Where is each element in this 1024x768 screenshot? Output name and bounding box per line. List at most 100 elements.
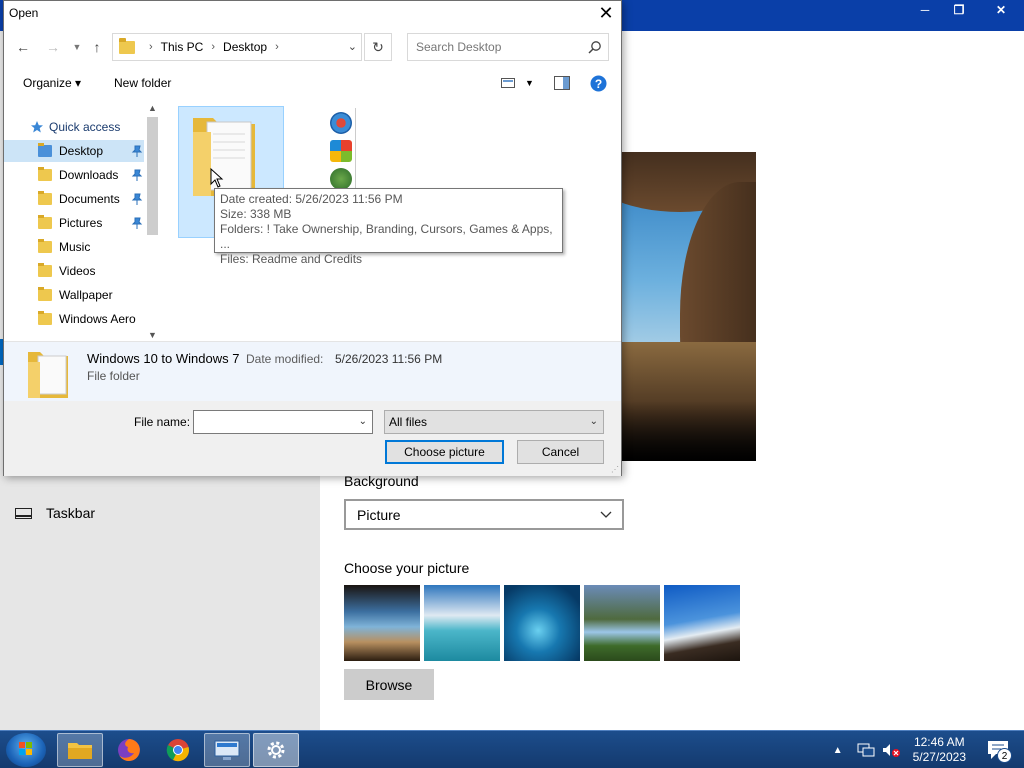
folder-icon xyxy=(38,167,52,181)
windows-logo-icon xyxy=(330,112,352,134)
chevron-down-icon[interactable]: ⌄ xyxy=(359,416,367,427)
view-options-icon[interactable] xyxy=(501,77,515,89)
preview-pane-icon[interactable] xyxy=(554,76,570,90)
search-input[interactable]: Search Desktop xyxy=(407,33,609,61)
resize-grip-icon[interactable]: ⋰ xyxy=(611,465,619,474)
nav-item-pictures[interactable]: Pictures xyxy=(4,212,144,234)
settings-icon xyxy=(267,741,285,759)
picture-thumbnail[interactable] xyxy=(344,585,420,661)
sidebar-item-taskbar[interactable]: Taskbar xyxy=(15,505,95,521)
details-modified-value: 5/26/2023 11:56 PM xyxy=(335,352,443,366)
chevron-down-icon xyxy=(600,511,612,518)
mouse-cursor-icon xyxy=(210,168,224,188)
picture-thumbnails xyxy=(344,585,740,661)
nav-item-music[interactable]: Music xyxy=(4,236,144,258)
address-bar[interactable]: › This PC › Desktop › ⌄ xyxy=(112,33,362,61)
action-center-button[interactable]: 2 xyxy=(984,735,1014,765)
search-icon xyxy=(588,41,601,54)
navigation-pane: Quick access Desktop Downloads Documents… xyxy=(4,102,160,341)
recent-locations-icon[interactable]: ▼ xyxy=(68,38,86,56)
background-dropdown-value: Picture xyxy=(357,506,401,523)
nav-item-label: Windows Aero xyxy=(59,312,136,326)
folder-icon xyxy=(38,287,52,301)
nav-item-label: Quick access xyxy=(49,120,121,134)
start-button[interactable] xyxy=(6,733,46,767)
show-hidden-icons-icon[interactable]: ▲ xyxy=(833,745,843,756)
folder-icon xyxy=(38,263,52,277)
system-tray: ▲ 12:46 AM 5/27/2023 2 xyxy=(833,731,1024,768)
details-type: File folder xyxy=(87,369,140,383)
scroll-up-icon[interactable]: ▲ xyxy=(148,103,157,113)
details-name: Windows 10 to Windows 7 xyxy=(87,351,240,366)
restore-button[interactable]: ❐ xyxy=(944,0,974,20)
up-arrow-icon[interactable]: ↑ xyxy=(88,38,106,56)
minimize-button[interactable]: ─ xyxy=(910,0,940,20)
notification-count-badge: 2 xyxy=(997,748,1012,763)
nav-item-desktop[interactable]: Desktop xyxy=(4,140,144,162)
svg-text:?: ? xyxy=(595,77,602,91)
pin-icon xyxy=(131,145,143,157)
file-type-select[interactable]: All files ⌄ xyxy=(384,410,604,434)
file-item[interactable] xyxy=(326,108,356,190)
dialog-close-button[interactable]: ✕ xyxy=(597,4,615,22)
search-placeholder: Search Desktop xyxy=(416,40,502,54)
clock-date: 5/27/2023 xyxy=(912,750,966,764)
folder-icon xyxy=(193,118,255,196)
close-button[interactable]: ✕ xyxy=(978,0,1024,20)
picture-thumbnail[interactable] xyxy=(584,585,660,661)
taskbar-firefox[interactable] xyxy=(106,733,152,767)
nav-item-wallpaper[interactable]: Wallpaper xyxy=(4,284,144,306)
folder-icon xyxy=(38,311,52,325)
file-name-field[interactable]: ⌄ xyxy=(193,410,373,434)
file-tooltip: Date created: 5/26/2023 11:56 PM Size: 3… xyxy=(214,188,563,266)
back-arrow-icon[interactable]: ← xyxy=(14,38,32,56)
chrome-icon xyxy=(166,739,189,762)
nav-item-windows-aero[interactable]: Windows Aero xyxy=(4,308,144,330)
picture-thumbnail[interactable] xyxy=(424,585,500,661)
cancel-button[interactable]: Cancel xyxy=(517,440,604,464)
folder-icon xyxy=(38,239,52,253)
taskbar-settings[interactable] xyxy=(253,733,299,767)
taskbar-remote-desktop[interactable] xyxy=(204,733,250,767)
sidebar-item-label: Taskbar xyxy=(46,505,96,521)
nav-item-label: Videos xyxy=(59,264,96,278)
volume-muted-icon[interactable] xyxy=(881,742,901,758)
dialog-title: Open xyxy=(9,6,39,20)
nav-item-label: Wallpaper xyxy=(59,288,113,302)
clock-time: 12:46 AM xyxy=(913,735,965,749)
refresh-icon[interactable]: ↻ xyxy=(364,33,392,61)
windows-logo-icon xyxy=(330,140,352,162)
folder-icon xyxy=(38,191,52,205)
view-dropdown-icon[interactable]: ▼ xyxy=(525,78,534,88)
nav-item-label: Pictures xyxy=(59,216,103,230)
forward-arrow-icon[interactable]: → xyxy=(44,38,62,56)
file-explorer-icon xyxy=(68,743,92,759)
chevron-down-icon[interactable]: ⌄ xyxy=(348,40,357,53)
breadcrumb-desktop[interactable]: Desktop xyxy=(223,40,267,54)
nav-item-videos[interactable]: Videos xyxy=(4,260,144,282)
breadcrumb-this-pc[interactable]: This PC xyxy=(161,40,204,54)
picture-thumbnail[interactable] xyxy=(664,585,740,661)
clock[interactable]: 12:46 AM 5/27/2023 xyxy=(913,735,966,765)
browse-button[interactable]: Browse xyxy=(344,669,434,700)
picture-thumbnail[interactable] xyxy=(504,585,580,661)
taskbar-file-explorer[interactable] xyxy=(57,733,103,767)
new-folder-button[interactable]: New folder xyxy=(114,76,171,90)
help-icon[interactable]: ? xyxy=(590,75,607,92)
nav-scrollbar[interactable]: ▲ ▼ xyxy=(145,102,160,341)
choose-picture-button[interactable]: Choose picture xyxy=(385,440,504,464)
scroll-down-icon[interactable]: ▼ xyxy=(148,330,157,340)
organize-button[interactable]: Organize ▾ xyxy=(23,76,81,90)
navigation-bar: ← → ▼ ↑ › This PC › Desktop › ⌄ ↻ Search… xyxy=(4,31,621,63)
scrollbar-thumb[interactable] xyxy=(147,117,158,235)
background-preview xyxy=(620,152,756,461)
nav-item-documents[interactable]: Documents xyxy=(4,188,144,210)
nav-item-label: Music xyxy=(59,240,91,254)
dialog-toolbar: Organize ▾ New folder ▼ ? xyxy=(4,67,621,99)
nav-item-downloads[interactable]: Downloads xyxy=(4,164,144,186)
choose-picture-label: Choose your picture xyxy=(344,560,470,576)
taskbar-chrome[interactable] xyxy=(155,733,201,767)
nav-item-quick-access[interactable]: Quick access xyxy=(4,116,144,138)
network-icon[interactable] xyxy=(857,742,875,758)
background-dropdown[interactable]: Picture xyxy=(344,499,624,530)
